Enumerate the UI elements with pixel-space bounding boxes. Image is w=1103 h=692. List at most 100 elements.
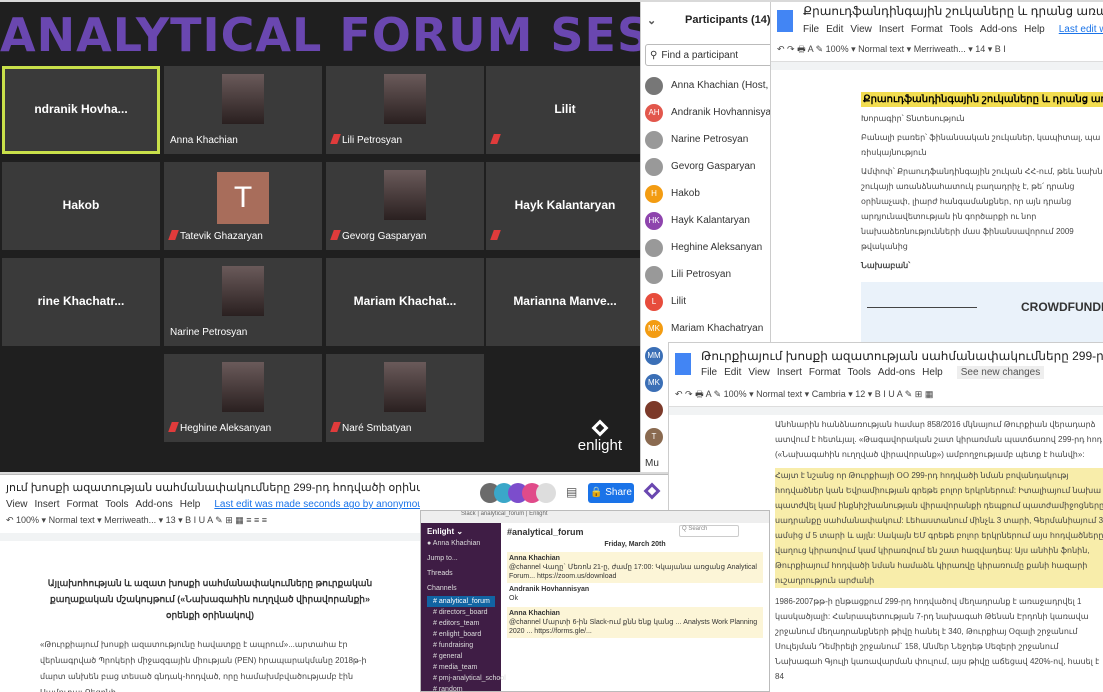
menu-item-help[interactable]: Help (1024, 24, 1045, 35)
doc-body: Այլախոհության և ազատ խոսքի սահմանափակում… (40, 575, 380, 692)
menu-item-insert[interactable]: Insert (777, 367, 802, 378)
participant-name-large: Lilit (554, 102, 576, 116)
workspace-name[interactable]: Enlight ⌄ (421, 523, 501, 538)
menu-item-help[interactable]: Help (180, 499, 201, 510)
channel-item[interactable]: # fundraising (427, 640, 495, 651)
jump-to-input[interactable]: Jump to... (421, 553, 501, 564)
video-tile[interactable]: T Tatevik Ghazaryan (164, 162, 322, 250)
menu-item-edit[interactable]: Edit (826, 24, 843, 35)
channel-item[interactable]: # random (427, 684, 495, 691)
video-tile[interactable]: Naré Smbatyan (326, 354, 484, 442)
video-tile[interactable]: ndranik Hovha... (2, 66, 160, 154)
menu-item-tools[interactable]: Tools (105, 499, 128, 510)
video-tile[interactable]: Narine Petrosyan (164, 258, 322, 346)
menu-item-format[interactable]: Format (67, 499, 99, 510)
video-tile[interactable]: Gevorg Gasparyan (326, 162, 484, 250)
channel-item[interactable]: # enlight_board (427, 629, 495, 640)
channel-item[interactable]: # pmj-analytical_school (427, 673, 506, 684)
avatar (645, 130, 663, 149)
mic-muted-icon (330, 134, 341, 144)
channel-item[interactable]: # media_team (427, 662, 495, 673)
channel-item[interactable]: # directors_board (427, 607, 495, 618)
enlight-logo-icon (643, 482, 661, 500)
avatar[interactable] (536, 483, 556, 503)
see-new-changes-button[interactable]: See new changes (956, 366, 1045, 379)
session-banner: ANALYTICAL FORUM SESSION (0, 8, 640, 62)
enlight-logo: enlight (578, 419, 622, 454)
participant-name: Narine Petrosyan (671, 134, 749, 145)
message: Anna Khachian @channel Վաղը` Մեռոն 21-ը,… (507, 552, 763, 583)
video-tile[interactable]: Lilit (486, 66, 640, 154)
doc-title[interactable]: Թուրքիայում խոսքի ազատության սահմանափակո… (701, 349, 1103, 363)
video-tile[interactable]: Heghine Aleksanyan (164, 354, 322, 442)
avatar (645, 400, 663, 419)
doc-page: Քրաուդֆանդինգային շուկաները և դրանց առա … (861, 92, 1103, 352)
participant-name-label: Lili Petrosyan (330, 134, 402, 146)
slack-search-input[interactable]: Q Search (679, 525, 739, 537)
docs-collab-bar: ▤ 🔒 Share (420, 474, 668, 510)
participant-video (222, 74, 264, 124)
comment-icon[interactable]: ▤ (566, 485, 577, 499)
last-edit-link[interactable]: Last edit was made seconds ago by anonym… (214, 499, 420, 510)
video-tile[interactable]: Lili Petrosyan (326, 66, 484, 154)
video-tile[interactable]: Mariam Khachat... (326, 258, 484, 346)
menu-item-addons[interactable]: Add-ons (136, 499, 173, 510)
mic-muted-icon (490, 134, 501, 144)
menu-item-file[interactable]: File (701, 367, 717, 378)
zoom-meeting-window: ANALYTICAL FORUM SESSION ndranik Hovha..… (0, 2, 640, 472)
participant-name-large: Mariam Khachat... (353, 294, 457, 308)
slack-sidebar: Enlight ⌄ ● Anna Khachian Jump to... Thr… (421, 523, 506, 691)
threads-link[interactable]: Threads (421, 568, 501, 579)
mic-muted-icon (490, 230, 501, 240)
doc-line: Բանալի բառեր՝ ֆինանսական շուկաներ, կապիտ… (861, 133, 1101, 157)
channel-item[interactable]: # editors_team (427, 618, 495, 629)
participant-video (384, 170, 426, 220)
last-edit-link[interactable]: Last edit was made 1 s (1059, 24, 1103, 35)
menu-item-tools[interactable]: Tools (950, 24, 973, 35)
doc-title[interactable]: յում խոսքի ազատության սահմանափակումները … (6, 481, 420, 494)
menu-item-addons[interactable]: Add-ons (878, 367, 915, 378)
menu-item-tools[interactable]: Tools (848, 367, 871, 378)
menu-item-file[interactable]: File (803, 24, 819, 35)
participant-name-label (490, 134, 502, 146)
participant-name-label: Gevorg Gasparyan (330, 230, 427, 242)
avatar: HK (645, 211, 663, 230)
channel-item[interactable]: # general (427, 651, 495, 662)
doc-toolbar[interactable]: ↶ ↷ 🖶 A ✎ 100% ▾ Normal text ▾ Cambria ▾… (669, 387, 1103, 407)
doc-ruler (771, 62, 1103, 70)
participant-name-large: Marianna Manve... (513, 294, 617, 308)
enlight-logo-icon (591, 419, 609, 437)
menu-item-addons[interactable]: Add-ons (980, 24, 1017, 35)
channel-item[interactable]: # analytical_forum (427, 596, 495, 607)
video-tile[interactable]: Anna Khachian (164, 66, 322, 154)
participant-name: Andranik Hovhannisyan (671, 107, 777, 118)
menu-item-view[interactable]: View (748, 367, 770, 378)
video-tile[interactable]: Marianna Manve... (486, 258, 640, 346)
doc-toolbar[interactable]: ↶ 100% ▾ Normal text ▾ Merriweath... ▾ 1… (0, 515, 420, 535)
doc-line: Նախաբան՝ (861, 261, 911, 270)
participant-name: Heghine Aleksanyan (671, 242, 763, 253)
chevron-down-icon[interactable]: ⌄ (647, 14, 657, 27)
menu-item-insert[interactable]: Insert (879, 24, 904, 35)
participant-name: Hakob (671, 188, 700, 199)
date-divider: Friday, March 20th (604, 541, 666, 548)
participant-name-label: Heghine Aleksanyan (168, 422, 271, 434)
video-tile[interactable]: Hakob (2, 162, 160, 250)
menu-item-help[interactable]: Help (922, 367, 943, 378)
mic-muted-icon (168, 422, 179, 432)
menu-item-edit[interactable]: Edit (724, 367, 741, 378)
doc-ruler (669, 407, 1103, 415)
doc-paragraph: «Թուրքիայում խոսքի ազատությունը հավատքը … (40, 640, 367, 692)
video-tile[interactable]: rine Khachatr... (2, 258, 160, 346)
menu-item-format[interactable]: Format (809, 367, 841, 378)
video-tile[interactable]: Hayk Kalantaryan (486, 162, 640, 250)
share-button[interactable]: 🔒 Share (588, 483, 634, 503)
doc-title[interactable]: Քրաուդֆանդինգային շուկաները և դրանց առան… (803, 4, 1103, 18)
menu-item-insert[interactable]: Insert (35, 499, 60, 510)
menu-item-format[interactable]: Format (911, 24, 943, 35)
menu-item-view[interactable]: View (6, 499, 28, 510)
doc-toolbar[interactable]: ↶ ↷ 🖶 A ✎ 100% ▾ Normal text ▾ Merriweat… (771, 42, 1103, 62)
doc-menu-bar: View Insert Format Tools Add-ons Help Last edi… (6, 499, 420, 510)
menu-item-view[interactable]: View (850, 24, 872, 35)
participants-title: Participants (14) (685, 14, 771, 26)
